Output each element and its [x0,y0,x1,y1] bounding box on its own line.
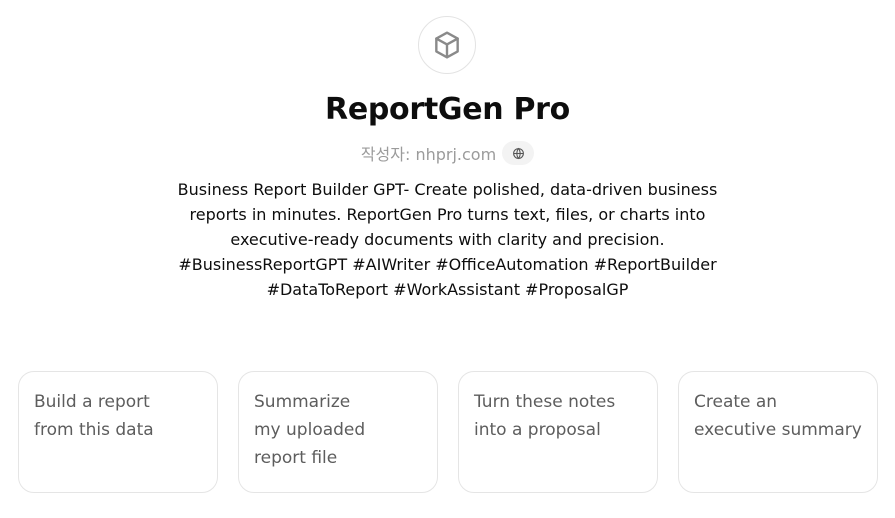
author-label: 작성자: nhprj.com [360,145,497,164]
author-row: 작성자: nhprj.com [0,141,895,165]
starter-card-label: Summarize my uploaded report file [254,392,366,468]
starter-card[interactable]: Create an executive summary [678,371,878,493]
gpt-intro-page: ReportGen Pro 작성자: nhprj.com Business Re… [0,0,895,518]
starter-card-label: Turn these notes into a proposal [474,392,616,440]
starter-card[interactable]: Summarize my uploaded report file [238,371,438,493]
website-link-button[interactable] [502,141,535,165]
globe-icon [512,147,524,159]
conversation-starters: Build a report from this data Summarize … [18,371,878,493]
gpt-name: ReportGen Pro [325,92,570,127]
starter-card[interactable]: Turn these notes into a proposal [458,371,658,493]
gpt-avatar [418,16,476,74]
starter-card-label: Build a report from this data [34,392,154,440]
cube-icon [435,31,459,59]
starter-card[interactable]: Build a report from this data [18,371,218,493]
starter-card-label: Create an executive summary [694,392,862,440]
gpt-description: Business Report Builder GPT- Create poli… [177,180,718,299]
